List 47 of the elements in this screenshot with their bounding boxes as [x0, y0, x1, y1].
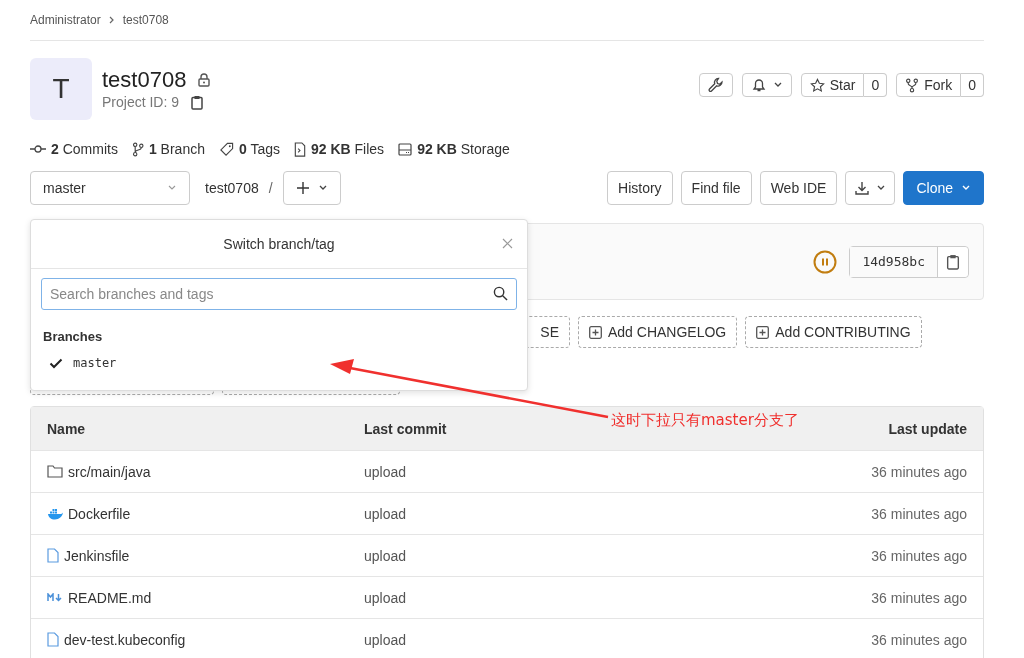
stat-link[interactable]: 92 KB Storage — [417, 141, 510, 157]
add-file-button[interactable]: Add CONTRIBUTING — [745, 316, 922, 348]
last-update: 36 minutes ago — [871, 589, 967, 606]
breadcrumb-link[interactable]: Administrator — [30, 13, 101, 27]
search-field[interactable]: Search branches and tags — [41, 278, 517, 310]
toolbar-button[interactable]: History — [607, 171, 673, 205]
add-file-button[interactable]: Add CHANGELOG — [578, 316, 738, 348]
file-link[interactable]: Jenkinsfile — [64, 547, 130, 564]
path-separator: / — [268, 180, 273, 196]
project-avatar: T — [30, 57, 92, 120]
file-link[interactable]: README.md — [68, 589, 152, 606]
path-link[interactable]: test0708 — [205, 180, 259, 196]
stat-link[interactable]: 0 Tags — [238, 141, 280, 157]
commit-sha: 14d958bc — [850, 246, 938, 277]
toolbar-button[interactable]: Find file — [680, 171, 752, 205]
last-update: 36 minutes ago — [871, 631, 967, 648]
stat-link[interactable]: 2 Commits — [51, 141, 118, 157]
commit-link[interactable]: upload — [364, 505, 407, 522]
clone-button[interactable]: Clone — [903, 171, 984, 205]
last-update: 36 minutes ago — [871, 547, 967, 564]
menu-title: Switch branch/tag — [223, 236, 335, 252]
stat-link[interactable]: 1 Branch — [148, 141, 205, 157]
star-count[interactable]: 0 — [864, 73, 888, 97]
fork-count[interactable]: 0 — [961, 73, 984, 97]
file-link[interactable]: src/main/java — [68, 463, 151, 480]
star-button[interactable]: Star — [800, 73, 865, 97]
breadcrumb-link[interactable]: test0708 — [122, 13, 169, 27]
commit-link[interactable]: upload — [364, 589, 407, 606]
last-update: 36 minutes ago — [871, 505, 967, 522]
branch-item[interactable]: master — [73, 356, 117, 370]
fork-button[interactable]: Fork — [896, 73, 962, 97]
project-id: Project ID: 9 — [102, 94, 180, 110]
annotation-text: 这时下拉只有master分支了 — [611, 411, 799, 430]
commit-link[interactable]: upload — [364, 631, 407, 648]
stat-link[interactable]: 92 KB Files — [311, 141, 385, 157]
column-header: Last commit — [364, 420, 447, 437]
file-link[interactable]: Dockerfile — [68, 505, 131, 522]
toolbar-button[interactable]: Web IDE — [759, 171, 838, 205]
project-name: test0708 — [102, 67, 187, 93]
section-header: Branches — [43, 329, 103, 344]
last-update: 36 minutes ago — [871, 463, 967, 480]
commit-link[interactable]: upload — [364, 547, 407, 564]
branch-dropdown[interactable]: master — [30, 171, 190, 205]
column-header: Last update — [888, 420, 967, 437]
column-header: Name — [47, 420, 86, 437]
commit-link[interactable]: upload — [364, 463, 407, 480]
file-link[interactable]: dev-test.kubeconfig — [64, 631, 186, 648]
